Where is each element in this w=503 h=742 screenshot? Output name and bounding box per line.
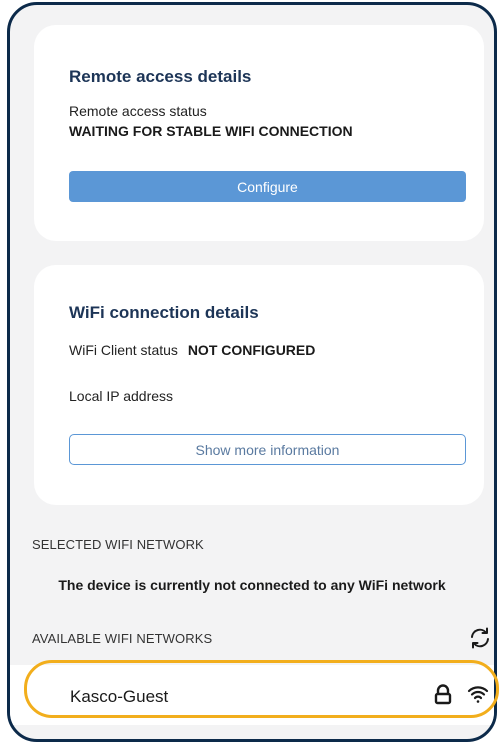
remote-access-status-label: Remote access status [69,103,207,119]
not-connected-message: The device is currently not connected to… [58,577,446,593]
wifi-network-name: Kasco-Guest [70,687,169,706]
wifi-client-status-label: WiFi Client status [69,342,178,358]
wifi-client-status-value: NOT CONFIGURED [187,342,316,358]
show-more-button[interactable]: Show more information [69,434,466,465]
selected-network-label: SELECTED WIFI NETWORK [32,537,204,552]
refresh-icon[interactable] [467,625,493,651]
remote-access-title: Remote access details [69,67,252,86]
device-frame: Remote access details Remote access stat… [7,2,497,742]
remote-access-card: Remote access details Remote access stat… [34,25,484,241]
wifi-signal-icon [467,683,489,705]
wifi-client-status-row: WiFi Client status NOT CONFIGURED [69,342,315,358]
wifi-details-title: WiFi connection details [69,303,259,322]
lock-icon [433,684,453,706]
remote-access-status-value: WAITING FOR STABLE WIFI CONNECTION [69,123,353,139]
wifi-network-item[interactable]: Kasco-Guest [10,665,494,725]
local-ip-label: Local IP address [69,388,174,404]
configure-button[interactable]: Configure [69,171,466,202]
available-networks-label: AVAILABLE WIFI NETWORKS [32,631,213,646]
wifi-details-card: WiFi connection details WiFi Client stat… [34,265,484,505]
